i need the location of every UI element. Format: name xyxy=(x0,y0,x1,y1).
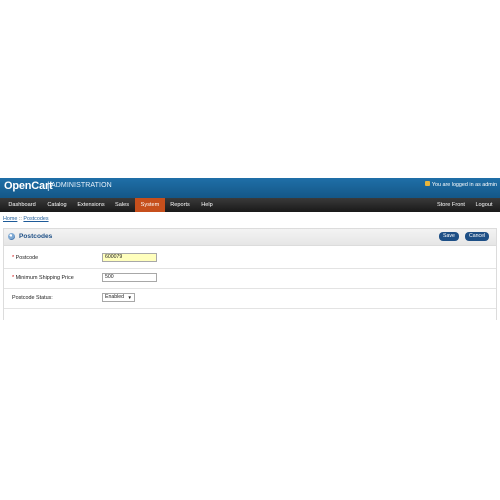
menu-item-extensions[interactable]: Extensions xyxy=(73,198,109,212)
status-select-value: Enabled xyxy=(105,294,125,300)
form-row-status: Postcode Status: Enabled ▼ xyxy=(4,289,496,309)
form-row-postcode: * Postcode 600079 xyxy=(4,249,496,269)
breadcrumb-separator: :: xyxy=(18,216,22,222)
breadcrumb: Home :: Postcodes xyxy=(3,216,49,222)
admin-header: OpenCart | ADMINISTRATION You are logged… xyxy=(0,178,500,198)
form-row-minimum-shipping: * Minimum Shipping Price 500 xyxy=(4,269,496,289)
menu-item-store-front[interactable]: Store Front xyxy=(434,198,468,212)
menu-item-help[interactable]: Help xyxy=(196,198,218,212)
header-subtitle: ADMINISTRATION xyxy=(51,182,112,189)
login-status-text: You are logged in as admin xyxy=(431,182,497,188)
menu-item-system[interactable]: System xyxy=(135,198,165,212)
chevron-down-icon: ▼ xyxy=(127,295,132,300)
breadcrumb-home-link[interactable]: Home xyxy=(3,216,17,222)
lock-icon xyxy=(424,181,430,187)
status-select[interactable]: Enabled ▼ xyxy=(102,293,135,302)
login-status: You are logged in as admin xyxy=(424,181,497,188)
settings-icon xyxy=(8,233,15,240)
brand-logo[interactable]: OpenCart xyxy=(4,180,53,192)
menu-item-logout[interactable]: Logout xyxy=(472,198,496,212)
cancel-button[interactable]: Cancel xyxy=(465,232,490,241)
panel-heading: Postcodes Save Cancel xyxy=(4,229,496,246)
required-mark: * xyxy=(12,255,15,261)
postcode-input[interactable]: 600079 xyxy=(102,253,157,262)
menu-item-dashboard[interactable]: Dashboard xyxy=(4,198,40,212)
menu-item-reports[interactable]: Reports xyxy=(166,198,194,212)
status-label: Postcode Status: xyxy=(12,295,53,301)
page-title: Postcodes xyxy=(19,233,53,240)
menu-item-catalog[interactable]: Catalog xyxy=(42,198,72,212)
min-shipping-input[interactable]: 500 xyxy=(102,273,157,282)
save-button[interactable]: Save xyxy=(439,232,459,241)
required-mark: * xyxy=(12,275,15,281)
breadcrumb-current-link[interactable]: Postcodes xyxy=(23,216,48,222)
postcode-label-text: Postcode xyxy=(15,255,39,261)
menu-item-sales[interactable]: Sales xyxy=(110,198,134,212)
min-shipping-label-text: Minimum Shipping Price xyxy=(15,275,74,281)
postcodes-panel: Postcodes Save Cancel * Postcode 600079 … xyxy=(3,228,497,320)
main-menu: Dashboard Catalog Extensions Sales Syste… xyxy=(0,198,500,212)
min-shipping-label: * Minimum Shipping Price xyxy=(12,275,74,281)
brand-separator: | xyxy=(47,181,50,192)
postcode-label: * Postcode xyxy=(12,255,38,261)
